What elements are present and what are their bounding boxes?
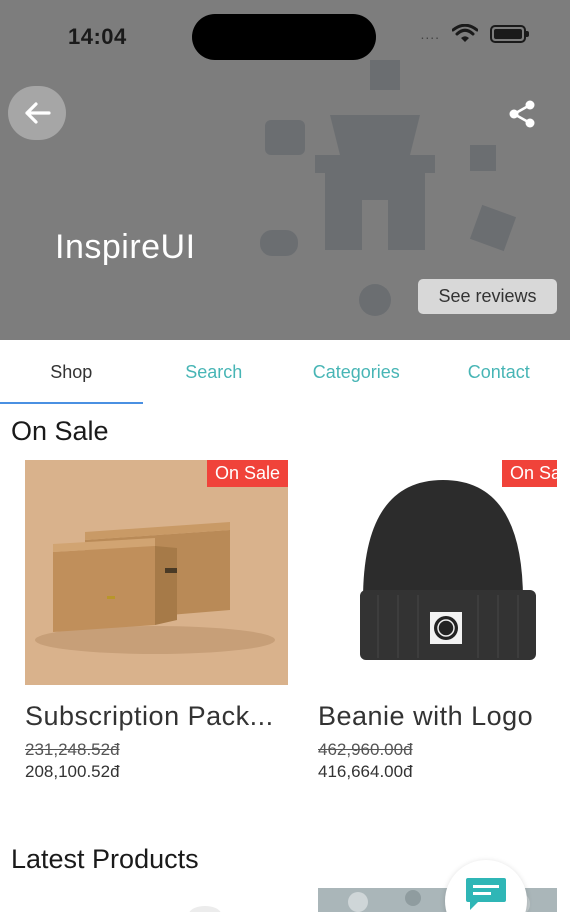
boxes-image <box>25 460 288 685</box>
see-reviews-button[interactable]: See reviews <box>418 279 557 314</box>
arrow-left-icon <box>25 102 51 124</box>
product-name[interactable]: Beanie with Logo <box>318 701 570 732</box>
dynamic-island <box>192 14 376 60</box>
back-button[interactable] <box>8 86 66 140</box>
tab-search[interactable]: Search <box>143 340 286 404</box>
tab-contact[interactable]: Contact <box>428 340 570 404</box>
store-header: 14:04 .... InspireUI See reviews <box>0 0 570 340</box>
on-sale-title: On Sale <box>11 416 109 446</box>
status-time: 14:04 <box>68 24 127 49</box>
product-thumbnail-partial <box>189 906 221 912</box>
on-sale-badge: On Sa <box>501 460 557 487</box>
share-button[interactable] <box>500 92 544 136</box>
product-card[interactable]: On Sale Subscription Pack... 231,248.52đ… <box>25 460 288 782</box>
product-sale-price: 208,100.52đ <box>25 762 120 781</box>
product-old-price: 231,248.52đ <box>25 740 120 759</box>
product-image[interactable]: On Sa <box>318 460 557 685</box>
latest-products-title: Latest Products <box>11 844 199 874</box>
signal-dots: .... <box>420 26 440 42</box>
status-icons: .... <box>420 24 529 44</box>
product-name[interactable]: Subscription Pack... <box>25 701 288 732</box>
battery-icon <box>490 25 529 43</box>
product-card[interactable]: On Sa Beanie with Logo 462,960.00đ 416,6… <box>318 460 570 782</box>
product-old-price: 462,960.00đ <box>318 740 413 759</box>
tab-bar: Shop Search Categories Contact <box>0 340 570 404</box>
tab-shop[interactable]: Shop <box>0 340 143 404</box>
product-image[interactable] <box>170 888 230 912</box>
chat-icon <box>466 878 506 910</box>
wifi-icon <box>452 24 478 42</box>
product-sale-price: 416,664.00đ <box>318 762 413 781</box>
chat-button[interactable] <box>445 860 527 912</box>
on-sale-badge: On Sale <box>206 460 288 487</box>
share-icon <box>509 100 535 128</box>
beanie-image <box>360 480 536 660</box>
store-title: InspireUI <box>55 228 196 266</box>
tab-categories[interactable]: Categories <box>285 340 428 404</box>
product-image[interactable]: On Sale <box>25 460 288 685</box>
